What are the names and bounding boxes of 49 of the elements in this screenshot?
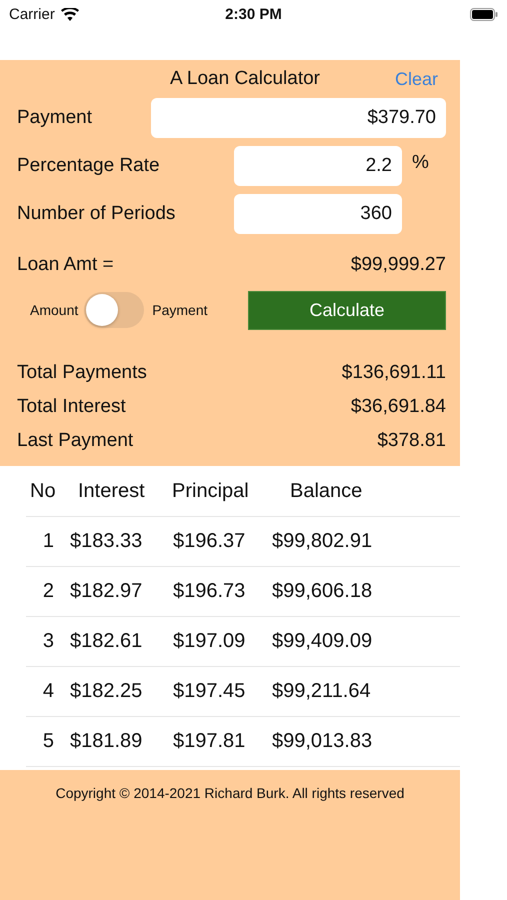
total-label: Total Interest xyxy=(17,396,126,418)
table-cell-text: 2 xyxy=(42,580,54,603)
loan-amount-label: Loan Amt = xyxy=(17,254,114,276)
table-cell-text: $182.97 xyxy=(70,580,144,603)
table-cell-text: $196.73 xyxy=(173,580,246,603)
table-cell-text: $99,802.91 xyxy=(272,530,374,553)
input-field[interactable]: 360 xyxy=(234,194,402,234)
table-cell-text: 3 xyxy=(42,630,54,653)
total-label: Total Payments xyxy=(17,362,147,384)
total-value: $36,691.84 xyxy=(350,396,446,418)
field-label: Payment xyxy=(17,107,92,129)
table-cell-text: 5 xyxy=(42,730,54,753)
field-label: Number of Periods xyxy=(17,203,176,225)
calculate-button[interactable]: Calculate xyxy=(248,290,446,330)
table-cell-text: $99,606.18 xyxy=(272,580,374,603)
total-value: $378.81 xyxy=(377,430,446,452)
status-time: 2:30 PM xyxy=(225,6,282,22)
column-header: Principal xyxy=(172,480,250,502)
battery-icon xyxy=(470,8,498,20)
table-cell-text: 4 xyxy=(42,680,54,703)
column-header: Balance xyxy=(290,480,364,502)
loan-amount-value: $99,999.27 xyxy=(350,254,446,276)
input-field[interactable]: $379.70 xyxy=(151,98,446,138)
unit-label: % xyxy=(412,152,430,174)
table-cell-text: $99,013.83 xyxy=(272,730,374,753)
table-cell-text: $197.45 xyxy=(173,680,246,703)
field-label: Percentage Rate xyxy=(17,155,160,177)
table-cell-text: $181.89 xyxy=(70,730,144,753)
input-field[interactable]: 2.2 xyxy=(234,146,402,186)
copyright-text: Copyright © 2014-2021 Richard Burk. All rights reserved xyxy=(56,785,404,801)
total-label: Last Payment xyxy=(17,430,134,452)
table-cell-text: $197.81 xyxy=(173,730,246,753)
table-cell-text: $99,409.09 xyxy=(272,630,374,653)
table-cell-text: 1 xyxy=(42,530,54,553)
column-header: Interest xyxy=(78,480,146,502)
table-cell-text: $182.25 xyxy=(70,680,144,703)
table-cell-text: $182.61 xyxy=(70,630,144,653)
table-cell-text: $197.09 xyxy=(173,630,246,653)
column-header: No xyxy=(30,480,57,502)
table-cell-text: $196.37 xyxy=(173,530,246,553)
switch-label: Amount xyxy=(30,302,78,318)
table-cell-text: $183.33 xyxy=(70,530,144,553)
app-title: A Loan Calculator xyxy=(170,68,320,90)
total-value: $136,691.11 xyxy=(342,362,446,384)
wifi-icon xyxy=(60,8,79,20)
table-cell-text: $99,211.64 xyxy=(272,680,372,703)
mode-switch[interactable] xyxy=(84,292,144,328)
carrier-name: Carrier xyxy=(9,6,55,22)
switch-label: Payment xyxy=(152,302,208,318)
